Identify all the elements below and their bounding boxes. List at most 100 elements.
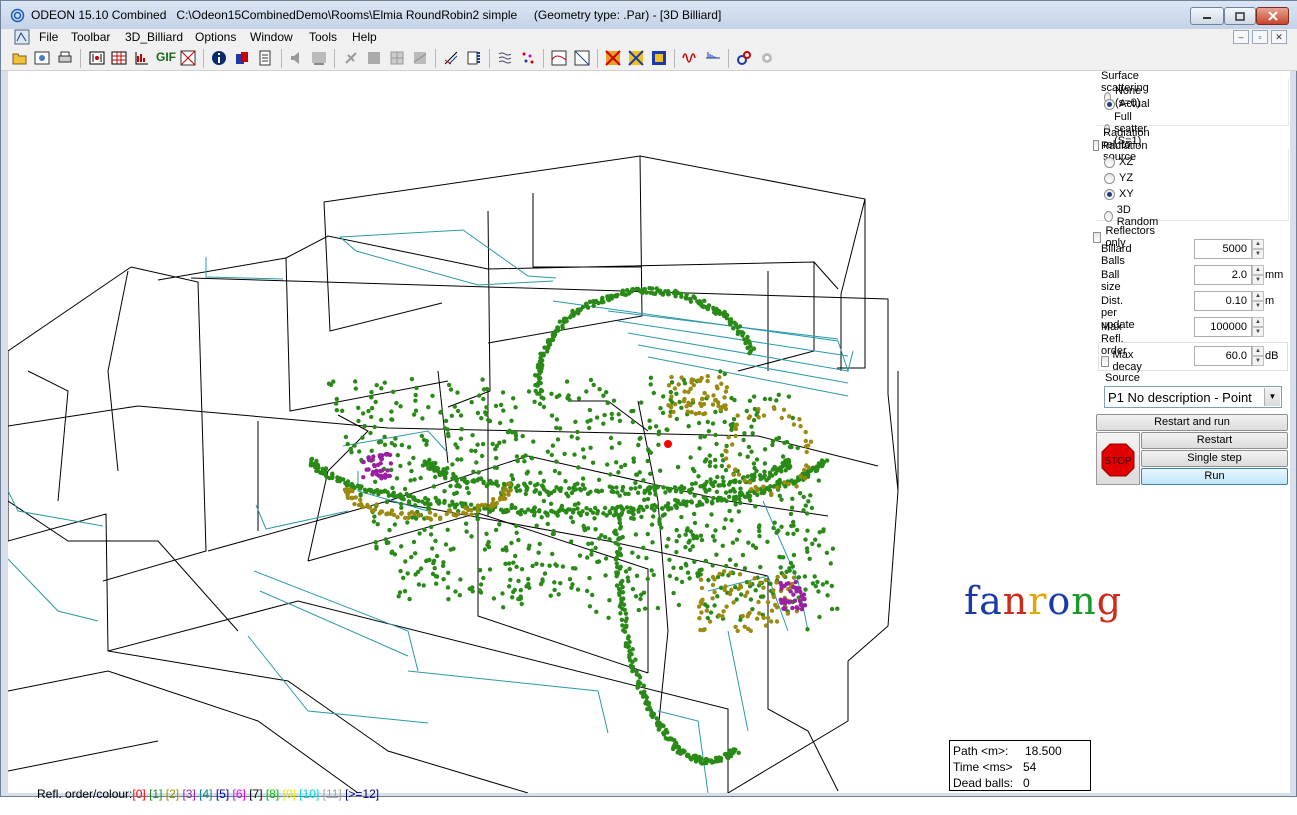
impulse-response-icon[interactable] <box>705 50 721 66</box>
spin-down-icon[interactable]: ▼ <box>1252 249 1264 259</box>
radio-circle[interactable] <box>1104 210 1113 222</box>
max-refl-order-value[interactable]: 100000 <box>1194 317 1252 337</box>
grid-red-icon[interactable] <box>180 50 196 66</box>
menu-3d-billiard[interactable]: 3D_Billiard <box>125 30 183 44</box>
chart-icon[interactable] <box>134 50 150 66</box>
billiard-balls-spinner[interactable]: 5000 ▲ ▼ <box>1194 239 1264 259</box>
radio-circle-selected[interactable] <box>1104 188 1115 200</box>
dist-per-update-value[interactable]: 0.10 <box>1194 291 1252 311</box>
billiard-ball <box>634 573 640 578</box>
spin-down-icon[interactable]: ▼ <box>1252 327 1264 337</box>
radiation-xz-radio[interactable]: XZ <box>1104 156 1133 168</box>
title-bar[interactable]: ODEON 15.10 Combined C:\Odeon15CombinedD… <box>1 1 1297 29</box>
scatter-points-icon[interactable] <box>520 50 536 66</box>
film-icon[interactable] <box>89 50 105 66</box>
spin-up-icon[interactable]: ▲ <box>1252 239 1264 249</box>
menu-toolbar[interactable]: Toolbar <box>71 30 110 44</box>
radio-circle[interactable] <box>1104 172 1115 184</box>
waveform-icon[interactable] <box>682 50 698 66</box>
close-button[interactable] <box>1256 7 1289 25</box>
mdi-close-button[interactable]: ✕ <box>1271 30 1287 44</box>
grid-view-icon[interactable] <box>574 50 590 66</box>
billiard-ball <box>727 557 733 562</box>
dist-per-update-spinner[interactable]: 0.10 ▲ ▼ <box>1194 291 1264 311</box>
speaker-icon[interactable] <box>289 50 305 66</box>
single-step-button[interactable]: Single step <box>1141 450 1288 467</box>
billiard-ball <box>710 574 716 580</box>
restart-and-run-button[interactable]: Restart and run <box>1096 414 1288 431</box>
source-dropdown[interactable]: P1 No description - Point ▼ <box>1104 386 1282 408</box>
gif-icon[interactable]: GIF <box>156 50 176 66</box>
billiard-ball <box>684 292 689 297</box>
spin-down-icon[interactable]: ▼ <box>1252 275 1264 285</box>
billiard-ball <box>638 596 643 602</box>
document-icon[interactable] <box>14 29 30 45</box>
open-folder-icon[interactable] <box>12 50 28 66</box>
spin-up-icon[interactable]: ▲ <box>1252 265 1264 275</box>
radio-circle-selected[interactable] <box>1104 98 1115 110</box>
menu-tools[interactable]: Tools <box>309 30 337 44</box>
menu-file[interactable]: File <box>39 30 58 44</box>
preview-icon[interactable] <box>34 50 50 66</box>
gear-icon[interactable] <box>759 50 775 66</box>
mdi-minimize-button[interactable]: – <box>1233 30 1249 44</box>
spin-up-icon[interactable]: ▲ <box>1252 317 1264 327</box>
link-icon[interactable] <box>736 50 752 66</box>
minimize-button[interactable] <box>1190 7 1224 25</box>
max-decay-spinner[interactable]: 60.0 ▲ ▼ <box>1194 346 1264 366</box>
radio-circle[interactable] <box>1104 156 1115 168</box>
spin-down-icon[interactable]: ▼ <box>1252 301 1264 311</box>
notes-icon[interactable] <box>257 50 273 66</box>
billiard-ball <box>812 574 817 579</box>
reflection-chart-icon[interactable] <box>443 50 459 66</box>
billiard-ball <box>677 399 682 405</box>
grid-gray-icon[interactable] <box>389 50 405 66</box>
surface-map-3-icon[interactable] <box>651 50 667 66</box>
grid-response-icon[interactable] <box>551 50 567 66</box>
film-grid-icon[interactable] <box>111 50 127 66</box>
watermark-letter: f <box>964 579 980 623</box>
billiard-ball <box>733 502 738 507</box>
print-icon[interactable] <box>57 50 73 66</box>
restart-button[interactable]: Restart <box>1141 432 1288 449</box>
radiation-yz-radio[interactable]: YZ <box>1104 172 1133 184</box>
surface-map-icon[interactable] <box>605 50 621 66</box>
ball-size-value[interactable]: 2.0 <box>1194 265 1252 285</box>
scatter-actual-radio[interactable]: Actual <box>1104 98 1150 110</box>
room-wireframe-canvas[interactable] <box>8 71 1098 793</box>
menu-window[interactable]: Window <box>250 30 293 44</box>
decay-chart-icon[interactable] <box>466 50 482 66</box>
checkbox-box[interactable] <box>1101 355 1109 367</box>
max-decay-value[interactable]: 60.0 <box>1194 346 1252 366</box>
spin-up-icon[interactable]: ▲ <box>1252 346 1264 356</box>
spin-up-icon[interactable]: ▲ <box>1252 291 1264 301</box>
billiard-ball <box>537 401 543 407</box>
menu-options[interactable]: Options <box>195 30 236 44</box>
billiard-ball <box>797 417 802 422</box>
menu-help[interactable]: Help <box>352 30 377 44</box>
wave-lines-icon[interactable] <box>497 50 513 66</box>
spin-down-icon[interactable]: ▼ <box>1252 356 1264 366</box>
billiard-ball <box>452 491 457 496</box>
radiation-xy-radio[interactable]: XY <box>1104 188 1134 200</box>
mdi-restore-button[interactable]: ▫ <box>1252 30 1268 44</box>
max-refl-order-spinner[interactable]: 100000 ▲ ▼ <box>1194 317 1264 337</box>
chevron-down-icon[interactable]: ▼ <box>1264 388 1280 406</box>
run-button[interactable]: Run <box>1141 468 1288 485</box>
materials-icon[interactable] <box>234 50 250 66</box>
block-gray-icon[interactable] <box>366 50 382 66</box>
billiard-balls-value[interactable]: 5000 <box>1194 239 1252 259</box>
receiver-grid-icon[interactable] <box>311 50 327 66</box>
billiard-ball <box>791 422 797 427</box>
info-icon[interactable] <box>211 50 227 66</box>
max-decay-checkbox[interactable]: Max decay <box>1101 349 1145 373</box>
checkbox-box[interactable] <box>1093 231 1102 243</box>
surface-map-2-icon[interactable] <box>628 50 644 66</box>
ball-size-spinner[interactable]: 2.0 ▲ ▼ <box>1194 265 1264 285</box>
tools-gray-icon[interactable] <box>343 50 359 66</box>
stop-button[interactable]: STOP <box>1096 432 1140 485</box>
map-gray-icon[interactable] <box>412 50 428 66</box>
maximize-button[interactable] <box>1224 7 1256 25</box>
watermark-letter: g <box>1096 579 1123 623</box>
billiard-ball <box>768 472 773 478</box>
